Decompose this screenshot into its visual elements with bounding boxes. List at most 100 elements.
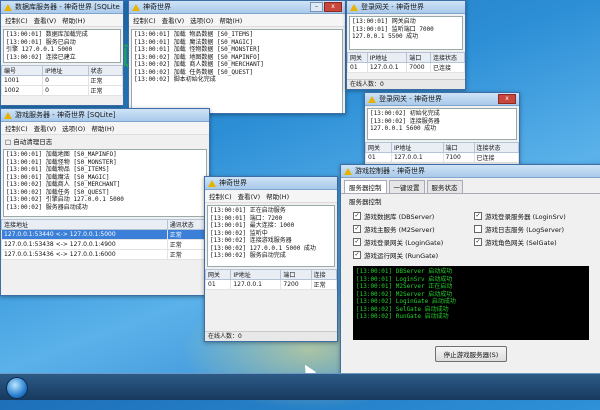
title-bar[interactable]: 数据库服务器 - 神奇世界 [SQLite] bbox=[1, 1, 123, 14]
checkbox-mark: ✓ bbox=[353, 238, 361, 246]
tab-server-status[interactable]: 服务状态 bbox=[426, 180, 463, 193]
log-panel: [13:00:01] 网关启动 [13:00:01] 监听端口 7000 127… bbox=[349, 16, 463, 50]
column-header[interactable]: 网关 bbox=[365, 142, 393, 153]
window-title: 数据库服务器 - 神奇世界 [SQLite] bbox=[15, 3, 120, 11]
menu-options[interactable]: 选项(O) bbox=[62, 123, 85, 133]
menu-help[interactable]: 帮助(H) bbox=[219, 15, 242, 25]
log-line: [13:00:02] 脚本初始化完成 bbox=[134, 76, 216, 83]
service-checkbox[interactable]: ✓ 游戏运行网关 (RunGate) bbox=[353, 250, 468, 260]
column-header[interactable]: IP地址 bbox=[42, 65, 89, 76]
service-checkbox[interactable]: ✓ 游戏登录服务器 (LoginSrv) bbox=[474, 211, 589, 221]
column-header[interactable]: 网关 bbox=[205, 269, 232, 280]
checkbox-mark: ✓ bbox=[474, 212, 482, 220]
menu-control[interactable]: 控制(C) bbox=[209, 191, 232, 201]
log-line: [13:00:02] 服务启动完成 bbox=[210, 252, 286, 259]
menu-view[interactable]: 查看(V) bbox=[162, 15, 185, 25]
tab-server-control[interactable]: 服务器控制 bbox=[344, 180, 387, 193]
log-line: [13:00:01] 加载 怪物数据 [S0_MONSTER] bbox=[134, 46, 261, 53]
column-header[interactable]: 连接状态 bbox=[430, 52, 465, 63]
start-button[interactable] bbox=[6, 377, 28, 399]
service-checkbox[interactable]: 游戏日志服务 (LogServer) bbox=[474, 224, 589, 234]
close-button[interactable]: x bbox=[324, 2, 342, 12]
table-row[interactable]: 01 127.0.0.1 7100 已连接 bbox=[365, 152, 519, 163]
column-header[interactable]: IP地址 bbox=[391, 142, 444, 153]
gate-table: 网关 IP地址 端口 连接状态 01 127.0.0.1 7000 已连接 bbox=[347, 52, 465, 73]
service-checkbox[interactable]: ✓ 游戏主服务 (M2Server) bbox=[353, 224, 468, 234]
stop-server-button[interactable]: 停止游戏服务器(S) bbox=[434, 346, 508, 362]
checkbox-mark: ✓ bbox=[474, 238, 482, 246]
column-header[interactable]: 端口 bbox=[406, 52, 432, 63]
title-bar[interactable]: 登录网关 - 神奇世界 x bbox=[365, 93, 519, 106]
menu-control[interactable]: 控制(C) bbox=[5, 123, 28, 133]
service-checkbox[interactable]: ✓ 游戏角色网关 (SelGate) bbox=[474, 237, 589, 247]
menu-help[interactable]: 帮助(H) bbox=[266, 191, 289, 201]
log-line: [13:00:01] 正在启动服务 bbox=[210, 207, 286, 214]
login-gate-window: 登录网关 - 神奇世界 [13:00:01] 网关启动 [13:00:01] 监… bbox=[346, 0, 466, 90]
table-row[interactable]: 01 127.0.0.1 7000 已连接 bbox=[347, 62, 465, 73]
column-header[interactable]: 网关 bbox=[347, 52, 368, 63]
table-row[interactable]: 1001 0 正常 bbox=[1, 75, 123, 86]
column-header[interactable]: 编号 bbox=[1, 65, 44, 76]
table-row[interactable]: 127.0.0.1:53440 <-> 127.0.0.1:5000 正常 bbox=[1, 229, 209, 240]
log-line: [13:00:02] 加载任务 [S0_QUEST] bbox=[6, 188, 110, 196]
column-header[interactable]: 状态 bbox=[87, 65, 123, 76]
window-title: 登录网关 - 神奇世界 bbox=[379, 95, 442, 103]
gate-window-2: 登录网关 - 神奇世界 x [13:00:02] 初始化完成 [13:00:02… bbox=[364, 92, 520, 170]
column-header[interactable]: IP地址 bbox=[230, 269, 282, 280]
app-warning-icon bbox=[132, 3, 140, 11]
table-row[interactable]: 127.0.0.1:53436 <-> 127.0.0.1:6000 正常 bbox=[1, 249, 209, 260]
menu-control[interactable]: 控制(C) bbox=[5, 15, 28, 25]
gate-table: 网关 IP地址 端口 连接 01 127.0.0.1 7200 正常 bbox=[205, 269, 337, 290]
app-warning-icon bbox=[368, 95, 376, 103]
menu-view[interactable]: 查看(V) bbox=[34, 123, 57, 133]
menu-options[interactable]: 选项(O) bbox=[190, 15, 213, 25]
console-line: [13:00:02] LoginGate 启动成功 bbox=[356, 298, 456, 305]
minimize-button[interactable]: – bbox=[310, 2, 323, 12]
log-panel: [13:00:01] 正在启动服务 [13:00:01] 端口：7200 [13… bbox=[207, 205, 335, 267]
title-bar[interactable]: 游戏服务器 - 神奇世界 [SQLite] bbox=[1, 109, 209, 122]
m2-server-window: 游戏服务器 - 神奇世界 [SQLite] 控制(C) 查看(V) 选项(O) … bbox=[0, 108, 210, 296]
column-header[interactable]: IP地址 bbox=[366, 52, 408, 63]
table-row[interactable]: 127.0.0.1:53438 <-> 127.0.0.1:4900 正常 bbox=[1, 239, 209, 250]
table-row[interactable]: 01 127.0.0.1 7200 正常 bbox=[205, 279, 337, 290]
column-header[interactable]: 连接状态 bbox=[473, 142, 519, 153]
title-bar[interactable]: 神奇世界 bbox=[205, 177, 337, 190]
column-header[interactable]: 连接地址 bbox=[1, 219, 168, 230]
column-header[interactable]: 通讯状态 bbox=[166, 219, 209, 230]
checkbox-mark: ✓ bbox=[353, 212, 361, 220]
column-header[interactable]: 端口 bbox=[442, 142, 475, 153]
console-line: [13:00:02] M2Server 启动成功 bbox=[356, 290, 453, 298]
log-line: [13:00:02] 加载 商人数据 [S0_MERCHANT] bbox=[134, 61, 264, 68]
checkbox-label: 游戏主服务 (M2Server) bbox=[364, 226, 435, 234]
log-line: [13:00:02] 连接游戏服务器 bbox=[210, 237, 292, 244]
menu-control[interactable]: 控制(C) bbox=[133, 15, 156, 25]
title-bar[interactable]: 神奇世界 – x bbox=[129, 1, 345, 14]
auto-clear-checkbox[interactable]: □ 自动清理日志 bbox=[1, 135, 209, 147]
column-header[interactable]: 连接 bbox=[310, 269, 337, 280]
log-line: [13:00:01] 监听端口 7000 bbox=[352, 25, 434, 33]
table-row[interactable]: 1002 0 正常 bbox=[1, 85, 123, 96]
menu-view[interactable]: 查看(V) bbox=[238, 191, 261, 201]
title-bar[interactable]: 登录网关 - 神奇世界 bbox=[347, 1, 465, 14]
log-line: [13:00:01] 加载魔法 [S0_MAGIC] bbox=[6, 173, 110, 181]
close-button[interactable]: x bbox=[498, 94, 516, 104]
log-line: [13:00:01] 网关启动 bbox=[352, 18, 416, 25]
menu-view[interactable]: 查看(V) bbox=[34, 15, 57, 25]
log-line: [13:00:02] 连接已建立 bbox=[6, 53, 76, 61]
service-checklist: ✓ 游戏数据库 (DBServer) ✓ 游戏登录服务器 (LoginSrv) ✓ 游… bbox=[341, 208, 600, 263]
column-header[interactable]: 端口 bbox=[280, 269, 312, 280]
log-line: [13:00:01] 加载 物品数据 [S0_ITEMS] bbox=[134, 31, 254, 38]
status-bar: 在线人数：0 bbox=[205, 331, 337, 341]
menu-help[interactable]: 帮助(H) bbox=[91, 123, 114, 133]
menu-help[interactable]: 帮助(H) bbox=[62, 15, 85, 25]
tab-one-click-setup[interactable]: 一键设置 bbox=[388, 180, 425, 193]
log-line: [13:00:01] 端口：7200 bbox=[210, 214, 283, 222]
menu-bar: 控制(C) 查看(V) 帮助(H) bbox=[1, 14, 123, 27]
checkbox-label: 游戏运行网关 (RunGate) bbox=[364, 252, 439, 260]
service-checkbox[interactable]: ✓ 游戏数据库 (DBServer) bbox=[353, 211, 468, 221]
log-panel: [13:00:01] 数据库加载完成 [13:00:01] 服务已启动 引擎 1… bbox=[3, 29, 121, 63]
title-bar[interactable]: 游戏控制器 - 神奇世界 bbox=[341, 165, 600, 178]
app-warning-icon bbox=[350, 3, 358, 11]
service-checkbox[interactable]: ✓ 游戏登录网关 (LoginGate) bbox=[353, 237, 468, 247]
status-bar: 在线人数：0 bbox=[347, 79, 465, 89]
